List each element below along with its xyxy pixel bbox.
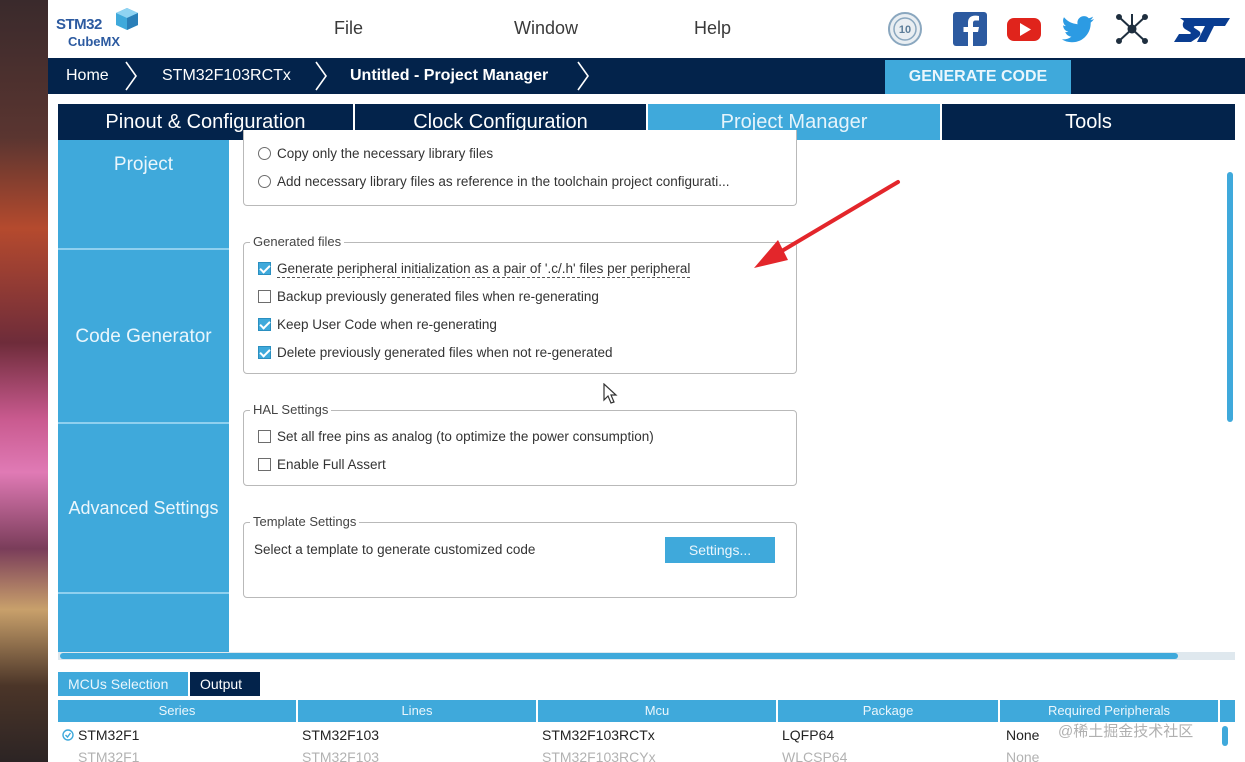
checkbox-icon (258, 458, 271, 471)
checkbox-delete-old-files[interactable]: Delete previously generated files when n… (258, 345, 612, 360)
sidebar-item-code-generator[interactable]: Code Generator (58, 326, 229, 348)
sidebar-divider (58, 248, 229, 250)
option-label: Generate peripheral initialization as a … (277, 261, 691, 278)
stm32cubemx-logo: STM32 CubeMX (56, 6, 146, 52)
cell-lines: STM32F103 (302, 727, 380, 743)
template-description: Select a template to generate customized… (254, 542, 536, 557)
logo-text-cubemx: CubeMX (68, 34, 120, 49)
selected-check-icon (62, 729, 74, 741)
cell-series: STM32F1 (78, 749, 140, 762)
checkbox-checked-icon (258, 318, 271, 331)
checkbox-keep-user-code[interactable]: Keep User Code when re-generating (258, 317, 497, 332)
checkbox-icon (258, 290, 271, 303)
scrollbar-thumb[interactable] (60, 653, 1178, 659)
chevron-right-icon (315, 61, 327, 91)
radio-add-libs-reference[interactable]: Add necessary library files as reference… (258, 174, 729, 189)
cell-required-peripherals: None (1006, 727, 1040, 743)
sidebar-divider (58, 422, 229, 424)
cube-icon (116, 8, 138, 30)
option-label: Add necessary library files as reference… (277, 174, 730, 189)
generated-files-group: Generated files Generate peripheral init… (243, 234, 797, 374)
menu-file[interactable]: File (334, 18, 363, 39)
table-header: Series Lines Mcu Package Required Periph… (58, 700, 1235, 722)
library-files-group: Copy only the necessary library files Ad… (243, 130, 797, 206)
tab-mcus-selection[interactable]: MCUs Selection (58, 672, 188, 696)
watermark: @稀土掘金技术社区 (1058, 723, 1194, 740)
cell-package: WLCSP64 (782, 749, 848, 762)
st-logo-icon[interactable] (1170, 10, 1234, 48)
breadcrumb-device[interactable]: STM32F103RCTx (162, 58, 291, 94)
cell-mcu: STM32F103RCYx (542, 749, 656, 762)
cell-lines: STM32F103 (302, 749, 380, 762)
background-art (0, 0, 48, 762)
cell-required-peripherals: None (1006, 749, 1040, 762)
project-manager-sidebar: Project Code Generator Advanced Settings (58, 140, 229, 652)
option-label: Set all free pins as analog (to optimize… (277, 429, 654, 444)
horizontal-scrollbar[interactable] (58, 652, 1235, 660)
checkbox-icon (258, 430, 271, 443)
radio-copy-necessary-libs[interactable]: Copy only the necessary library files (258, 146, 493, 161)
column-header-mcu[interactable]: Mcu (538, 700, 778, 722)
checkbox-peripheral-pair-files[interactable]: Generate peripheral initialization as a … (258, 261, 691, 278)
logo-text-stm32: STM32 (56, 16, 102, 33)
tab-output[interactable]: Output (190, 672, 260, 696)
hal-settings-group: HAL Settings Set all free pins as analog… (243, 402, 797, 486)
facebook-icon[interactable] (951, 10, 989, 48)
option-label: Keep User Code when re-generating (277, 317, 497, 332)
column-header-series[interactable]: Series (58, 700, 298, 722)
column-header-lines[interactable]: Lines (298, 700, 538, 722)
group-title: HAL Settings (250, 402, 332, 417)
option-label: Enable Full Assert (277, 457, 386, 472)
community-network-icon[interactable] (1113, 10, 1151, 48)
sidebar-item-project[interactable]: Project (58, 154, 229, 176)
tab-tools[interactable]: Tools (942, 104, 1235, 140)
cell-package: LQFP64 (782, 727, 835, 743)
cell-mcu: STM32F103RCTx (542, 727, 655, 743)
menu-window[interactable]: Window (514, 18, 578, 39)
option-label: Backup previously generated files when r… (277, 289, 599, 304)
mouse-cursor-icon (603, 383, 618, 404)
breadcrumb: Home STM32F103RCTx Untitled - Project Ma… (48, 58, 1245, 94)
table-row[interactable]: STM32F1 STM32F103 STM32F103RCYx WLCSP64 … (58, 746, 1235, 762)
generate-code-button[interactable]: GENERATE CODE (885, 60, 1071, 94)
column-header-package[interactable]: Package (778, 700, 1000, 722)
breadcrumb-home[interactable]: Home (66, 58, 109, 94)
column-header-required-peripherals[interactable]: Required Peripherals (1000, 700, 1220, 722)
template-settings-button[interactable]: Settings... (665, 537, 775, 563)
cubemx-window: STM32 CubeMX File Window Help 10 Home ST… (48, 0, 1245, 762)
sidebar-divider (58, 592, 229, 594)
sidebar-item-advanced-settings[interactable]: Advanced Settings (58, 498, 229, 519)
group-title: Generated files (250, 234, 345, 249)
option-label: Copy only the necessary library files (277, 146, 494, 161)
group-title: Template Settings (250, 514, 360, 529)
annotation-arrow-icon (754, 180, 900, 268)
table-scrollbar-thumb[interactable] (1222, 726, 1228, 746)
breadcrumb-project[interactable]: Untitled - Project Manager (350, 58, 548, 94)
checkbox-checked-icon (258, 346, 271, 359)
youtube-icon[interactable] (1005, 10, 1043, 48)
checkbox-checked-icon (258, 262, 271, 275)
template-settings-group: Template Settings Select a template to g… (243, 514, 797, 598)
twitter-icon[interactable] (1059, 10, 1097, 48)
checkbox-enable-full-assert[interactable]: Enable Full Assert (258, 457, 386, 472)
radio-icon (258, 175, 271, 188)
scrollbar-thumb[interactable] (1227, 172, 1233, 422)
anniversary-badge-icon[interactable]: 10 (886, 10, 924, 48)
chevron-right-icon (125, 61, 137, 91)
checkbox-backup-generated-files[interactable]: Backup previously generated files when r… (258, 289, 599, 304)
cell-series: STM32F1 (78, 727, 140, 743)
code-generator-panel: Copy only the necessary library files Ad… (229, 130, 1225, 652)
checkbox-free-pins-analog[interactable]: Set all free pins as analog (to optimize… (258, 429, 654, 444)
radio-icon (258, 147, 271, 160)
svg-text:10: 10 (899, 24, 911, 36)
menu-help[interactable]: Help (694, 18, 731, 39)
chevron-right-icon (577, 61, 589, 91)
menu-bar: STM32 CubeMX File Window Help 10 (48, 0, 1245, 58)
option-label: Delete previously generated files when n… (277, 345, 613, 360)
vertical-scrollbar[interactable] (1225, 140, 1235, 652)
